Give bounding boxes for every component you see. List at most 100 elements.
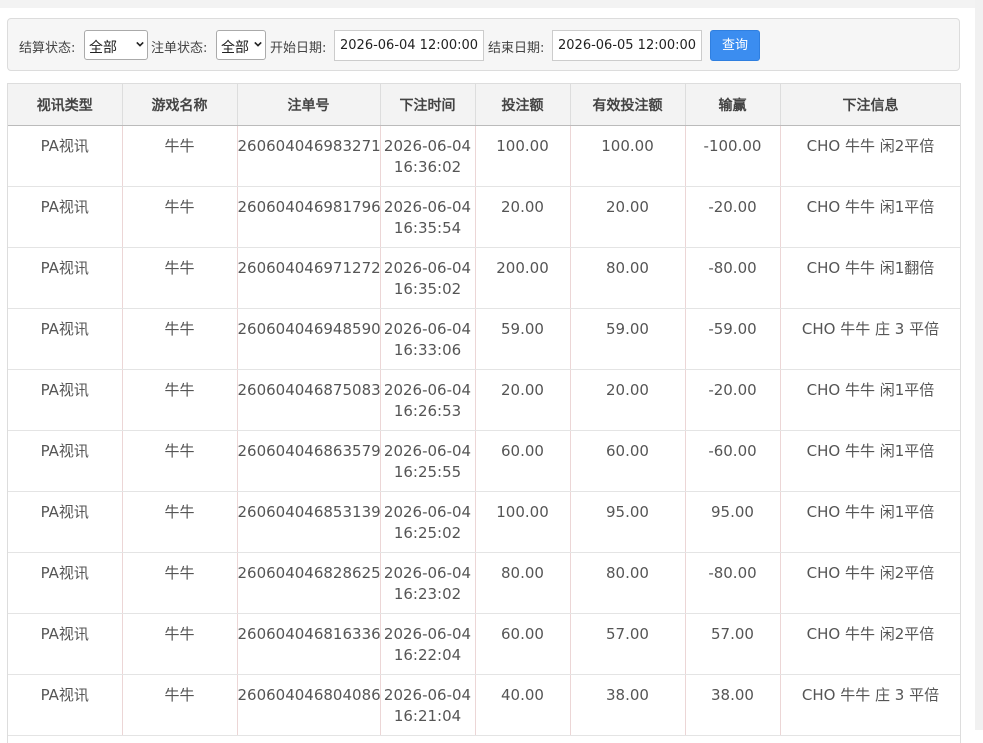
cell-valid-bet: 60.00 (570, 430, 686, 492)
settle-status-value: 全部 (89, 40, 117, 56)
bet-clock-time: 16:21:04 (393, 707, 462, 725)
column-header[interactable]: 投注额 (475, 83, 571, 126)
cell-bet-info: CHO 牛牛 闲2平倍 (780, 613, 960, 675)
cell-bet-id: 260604046863579 (237, 430, 381, 492)
column-header[interactable]: 视讯类型 (8, 83, 123, 126)
cell-win-loss: -20.00 (685, 186, 781, 248)
cell-game-name: 牛牛 (122, 613, 238, 675)
bet-date: 2026-06-04 (383, 564, 472, 582)
bet-date: 2026-06-04 (383, 381, 472, 399)
column-header[interactable]: 有效投注额 (570, 83, 686, 126)
cell-bet-time: 2026-06-04 16:35:54 (380, 186, 476, 248)
table-row[interactable]: PA视讯 牛牛 260604046875083 2026-06-04 16:26:53 2… (8, 369, 960, 431)
cell-bet-amount: 20.00 (475, 186, 571, 248)
bet-records-table-container: 视讯类型 游戏名称 注单号 下注时间 投注额 有效投注额 输赢 下注信息 PA视… (7, 83, 961, 743)
cell-win-loss: -100.00 (685, 125, 781, 187)
start-date-label: 开始日期: (270, 41, 327, 56)
bet-records-table: 视讯类型 游戏名称 注单号 下注时间 投注额 有效投注额 输赢 下注信息 PA视… (8, 83, 960, 736)
cell-bet-info: CHO 牛牛 闲1翻倍 (780, 247, 960, 309)
end-date-input[interactable]: 2026-06-05 12:00:00 (552, 30, 702, 61)
bet-status-select[interactable]: 全部 (216, 30, 266, 60)
cell-win-loss: -80.00 (685, 247, 781, 309)
cell-valid-bet: 80.00 (570, 552, 686, 614)
cell-video-type: PA视讯 (8, 491, 123, 553)
cell-bet-info: CHO 牛牛 闲1平倍 (780, 430, 960, 492)
table-row[interactable]: PA视讯 牛牛 260604046804086 2026-06-04 16:21:04 4… (8, 674, 960, 736)
bet-status-label: 注单状态: (151, 41, 208, 56)
table-row[interactable]: PA视讯 牛牛 260604046828625 2026-06-04 16:23:02 8… (8, 552, 960, 614)
cell-game-name: 牛牛 (122, 430, 238, 492)
cell-game-name: 牛牛 (122, 247, 238, 309)
cell-game-name: 牛牛 (122, 369, 238, 431)
cell-bet-info: CHO 牛牛 闲1平倍 (780, 186, 960, 248)
cell-valid-bet: 80.00 (570, 247, 686, 309)
cell-video-type: PA视讯 (8, 552, 123, 614)
bet-clock-time: 16:23:02 (393, 585, 462, 603)
cell-bet-time: 2026-06-04 16:26:53 (380, 369, 476, 431)
cell-game-name: 牛牛 (122, 186, 238, 248)
cell-bet-time: 2026-06-04 16:36:02 (380, 125, 476, 187)
table-row[interactable]: PA视讯 牛牛 260604046816336 2026-06-04 16:22:04 6… (8, 613, 960, 675)
bet-clock-time: 16:22:04 (393, 646, 462, 664)
bet-date: 2026-06-04 (383, 442, 472, 460)
cell-win-loss: 57.00 (685, 613, 781, 675)
bet-clock-time: 16:26:53 (393, 402, 462, 420)
cell-win-loss: -80.00 (685, 552, 781, 614)
cell-bet-amount: 40.00 (475, 674, 571, 736)
cell-video-type: PA视讯 (8, 186, 123, 248)
bet-date: 2026-06-04 (383, 137, 472, 155)
end-date-label: 结束日期: (488, 41, 545, 56)
chevron-down-icon (136, 41, 144, 47)
bet-date: 2026-06-04 (383, 686, 472, 704)
table-row[interactable]: PA视讯 牛牛 260604046983271 2026-06-04 16:36:02 1… (8, 125, 960, 187)
cell-bet-id: 260604046983271 (237, 125, 381, 187)
cell-bet-id: 260604046971272 (237, 247, 381, 309)
cell-video-type: PA视讯 (8, 613, 123, 675)
cell-bet-time: 2026-06-04 16:35:02 (380, 247, 476, 309)
cell-valid-bet: 20.00 (570, 186, 686, 248)
cell-win-loss: -59.00 (685, 308, 781, 370)
table-row[interactable]: PA视讯 牛牛 260604046971272 2026-06-04 16:35:02 2… (8, 247, 960, 309)
bet-status-value: 全部 (221, 40, 249, 56)
cell-video-type: PA视讯 (8, 674, 123, 736)
cell-video-type: PA视讯 (8, 369, 123, 431)
cell-bet-id: 260604046875083 (237, 369, 381, 431)
settle-status-label: 结算状态: (19, 41, 76, 56)
column-header[interactable]: 输赢 (685, 83, 781, 126)
cell-bet-info: CHO 牛牛 庄 3 平倍 (780, 308, 960, 370)
bet-clock-time: 16:35:54 (393, 219, 462, 237)
cell-bet-amount: 60.00 (475, 430, 571, 492)
cell-bet-amount: 100.00 (475, 125, 571, 187)
table-row[interactable]: PA视讯 牛牛 260604046981796 2026-06-04 16:35:54 2… (8, 186, 960, 248)
cell-bet-time: 2026-06-04 16:33:06 (380, 308, 476, 370)
column-header[interactable]: 下注信息 (780, 83, 960, 126)
start-date-input[interactable]: 2026-06-04 12:00:00 (334, 30, 484, 61)
table-row[interactable]: PA视讯 牛牛 260604046853139 2026-06-04 16:25:02 1… (8, 491, 960, 553)
table-row[interactable]: PA视讯 牛牛 260604046863579 2026-06-04 16:25:55 6… (8, 430, 960, 492)
cell-game-name: 牛牛 (122, 125, 238, 187)
cell-bet-info: CHO 牛牛 闲2平倍 (780, 552, 960, 614)
bet-clock-time: 16:25:02 (393, 524, 462, 542)
table-row[interactable]: PA视讯 牛牛 260604046948590 2026-06-04 16:33:06 5… (8, 308, 960, 370)
chevron-down-icon (254, 41, 262, 47)
column-header[interactable]: 注单号 (237, 83, 381, 126)
cell-bet-info: CHO 牛牛 闲1平倍 (780, 369, 960, 431)
cell-bet-id: 260604046804086 (237, 674, 381, 736)
query-button[interactable]: 查询 (710, 30, 760, 61)
cell-win-loss: 38.00 (685, 674, 781, 736)
cell-bet-time: 2026-06-04 16:21:04 (380, 674, 476, 736)
cell-video-type: PA视讯 (8, 308, 123, 370)
scrollbar-track[interactable] (975, 0, 983, 730)
cell-bet-time: 2026-06-04 16:22:04 (380, 613, 476, 675)
bet-clock-time: 16:35:02 (393, 280, 462, 298)
cell-bet-info: CHO 牛牛 闲2平倍 (780, 125, 960, 187)
bet-date: 2026-06-04 (383, 503, 472, 521)
bet-clock-time: 16:33:06 (393, 341, 462, 359)
column-header[interactable]: 下注时间 (380, 83, 476, 126)
cell-game-name: 牛牛 (122, 552, 238, 614)
column-header[interactable]: 游戏名称 (122, 83, 238, 126)
cell-bet-amount: 200.00 (475, 247, 571, 309)
cell-game-name: 牛牛 (122, 674, 238, 736)
bet-clock-time: 16:36:02 (393, 158, 462, 176)
settle-status-select[interactable]: 全部 (84, 30, 148, 60)
